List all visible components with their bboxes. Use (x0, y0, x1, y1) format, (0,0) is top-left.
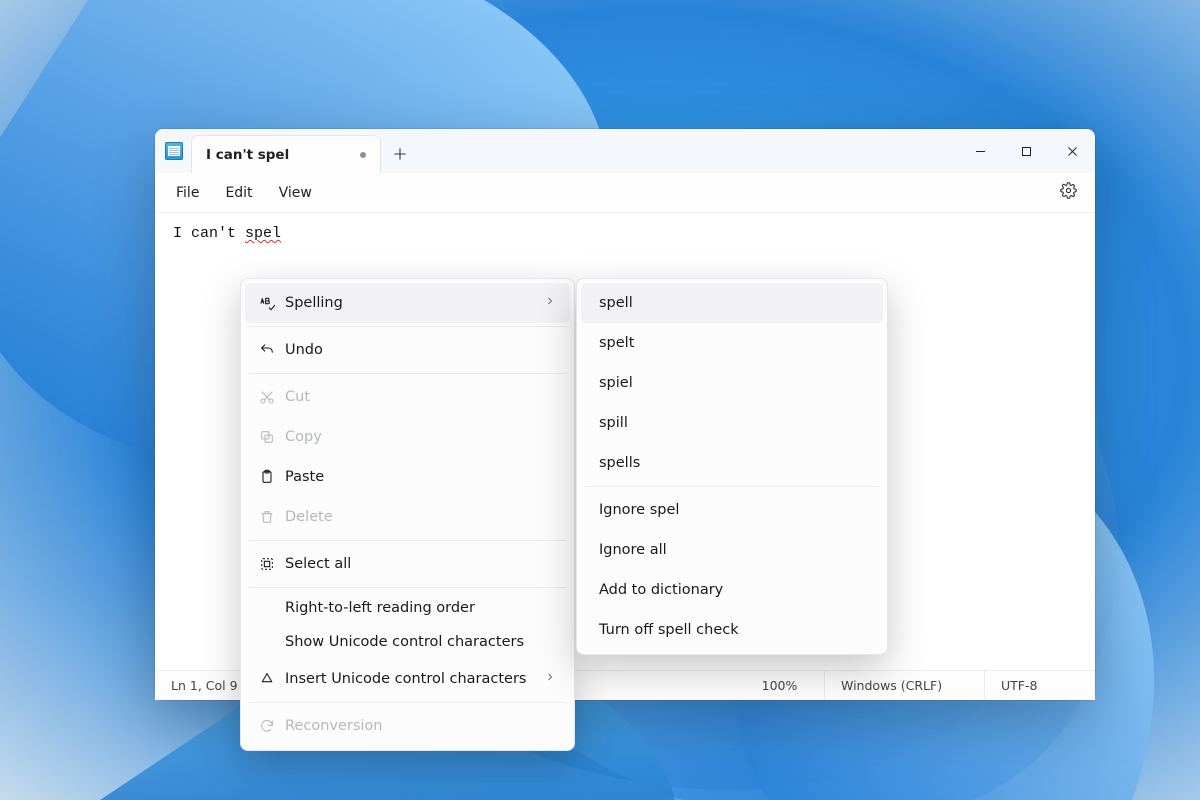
insert-icon (255, 671, 279, 687)
context-select-all[interactable]: Select all (245, 544, 570, 584)
status-encoding[interactable]: UTF-8 (985, 671, 1095, 700)
menu-edit[interactable]: Edit (212, 179, 265, 207)
spelling-suggestion[interactable]: spells (581, 443, 883, 483)
chevron-right-icon (544, 295, 556, 311)
context-menu: Spelling Undo Cut Copy Paste Delete (240, 278, 575, 751)
context-show-unicode[interactable]: Show Unicode control characters (245, 625, 570, 659)
copy-icon (255, 429, 279, 445)
context-reconversion: Reconversion (245, 706, 570, 746)
modified-indicator-icon (360, 152, 366, 158)
editor-text: I can't spel (173, 225, 281, 242)
spelling-turn-off[interactable]: Turn off spell check (581, 610, 883, 650)
spelling-ignore-word[interactable]: Ignore spel (581, 490, 883, 530)
status-zoom[interactable]: 100% (735, 671, 825, 700)
status-line-ending[interactable]: Windows (CRLF) (825, 671, 985, 700)
context-delete: Delete (245, 497, 570, 537)
context-copy: Copy (245, 417, 570, 457)
spelling-suggestion[interactable]: spill (581, 403, 883, 443)
spelling-suggestion[interactable]: spiel (581, 363, 883, 403)
menu-file[interactable]: File (163, 179, 212, 207)
spelling-ignore-all[interactable]: Ignore all (581, 530, 883, 570)
reconversion-icon (255, 718, 279, 734)
context-undo[interactable]: Undo (245, 330, 570, 370)
misspelled-word: spel (245, 225, 281, 242)
tab-title: I can't spel (206, 147, 289, 163)
close-button[interactable] (1049, 129, 1095, 173)
context-insert-unicode[interactable]: Insert Unicode control characters (245, 659, 570, 699)
window-controls (957, 129, 1095, 173)
settings-button[interactable] (1050, 176, 1087, 209)
spelling-add-dictionary[interactable]: Add to dictionary (581, 570, 883, 610)
undo-icon (255, 342, 279, 358)
spelling-suggestion[interactable]: spelt (581, 323, 883, 363)
document-tab[interactable]: I can't spel (191, 135, 381, 173)
cut-icon (255, 389, 279, 405)
select-all-icon (255, 556, 279, 572)
new-tab-button[interactable] (381, 135, 419, 173)
context-rtl[interactable]: Right-to-left reading order (245, 591, 570, 625)
context-spelling[interactable]: Spelling (245, 283, 570, 323)
notepad-app-icon (165, 142, 183, 160)
delete-icon (255, 509, 279, 525)
spellcheck-icon (255, 295, 279, 311)
context-paste[interactable]: Paste (245, 457, 570, 497)
menu-view[interactable]: View (266, 179, 325, 207)
minimize-button[interactable] (957, 129, 1003, 173)
spelling-submenu: spell spelt spiel spill spells Ignore sp… (576, 278, 888, 655)
maximize-button[interactable] (1003, 129, 1049, 173)
menubar: File Edit View (155, 173, 1095, 213)
chevron-right-icon (544, 671, 556, 687)
paste-icon (255, 469, 279, 485)
spelling-suggestion[interactable]: spell (581, 283, 883, 323)
context-cut: Cut (245, 377, 570, 417)
titlebar: I can't spel (155, 129, 1095, 173)
